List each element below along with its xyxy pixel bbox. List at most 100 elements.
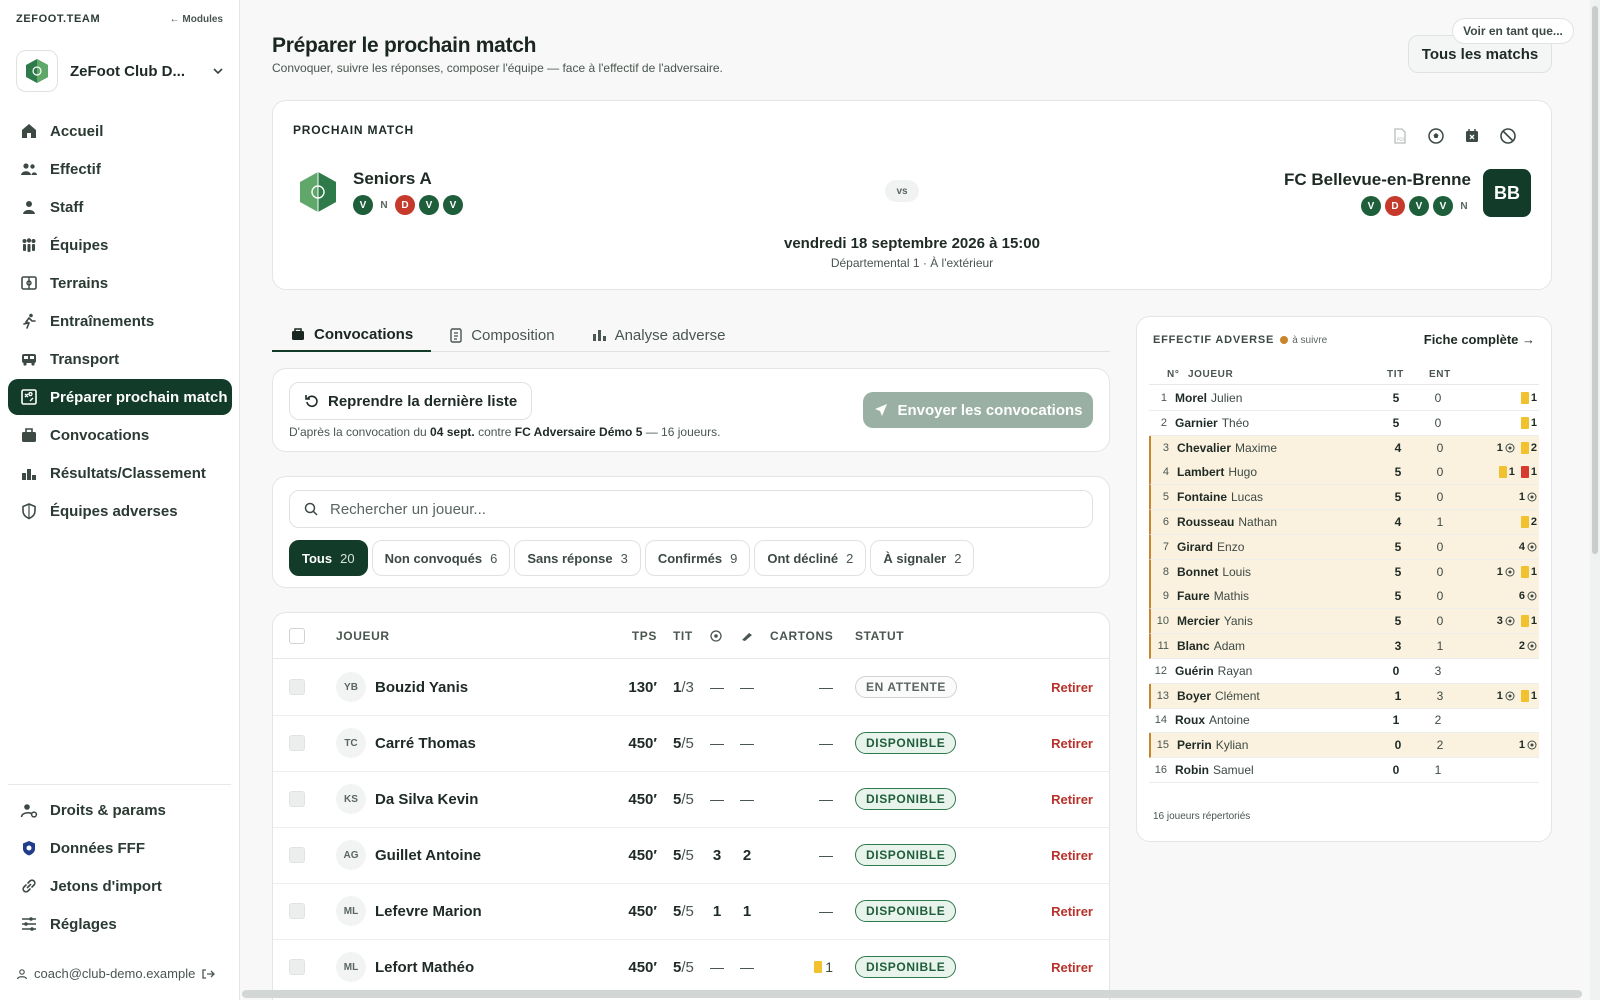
yellow-count: 1 [1508,466,1515,479]
nav-reglages[interactable]: Réglages [8,906,232,942]
remove-button[interactable]: Retirer [1051,659,1093,715]
nav-transport[interactable]: Transport [8,341,232,377]
filter-chip[interactable]: Sans réponse 3 [514,540,641,576]
board-icon [20,388,38,406]
yellow-stat: 2 [1520,441,1537,454]
player-cards: — [819,903,833,919]
remove-button[interactable]: Retirer [1051,883,1093,939]
opp-header-num: N° [1167,369,1180,380]
filter-chip[interactable]: Confirmés 9 [644,540,751,576]
opponent-subs: 2 [1434,713,1442,728]
select-all-checkbox[interactable] [289,613,305,658]
view-as-button[interactable]: Voir en tant que... [1452,18,1574,44]
note-suffix: — 16 joueurs. [642,425,721,439]
player-number: 6 [1162,516,1169,528]
nav-preparer-match[interactable]: Préparer prochain match [8,379,232,415]
row-checkbox[interactable] [289,715,305,771]
starts-total: /5 [681,734,694,752]
club-switcher[interactable]: ZeFoot Club D... [16,48,228,94]
scrollbar-thumb[interactable] [1592,6,1598,554]
nav-equipes[interactable]: Équipes [8,227,232,263]
row-checkbox[interactable] [289,771,305,827]
header-joueur[interactable]: JOUEUR [336,613,390,658]
row-checkbox[interactable] [289,659,305,715]
player-name[interactable]: Guillet Antoine [375,827,481,883]
nav-droits[interactable]: Droits & params [8,792,232,828]
player-name[interactable]: Carré Thomas [375,715,476,771]
opponent-lastname: Chevalier [1177,440,1232,455]
opponent-row: 13 Boyer Clément 1 3 1 1 [1149,683,1539,709]
send-convocations-button[interactable]: Envoyer les convocations [863,392,1093,428]
remove-button[interactable]: Retirer [1051,715,1093,771]
cancel-icon[interactable] [1499,127,1517,145]
tab-composition[interactable]: Composition [431,318,572,352]
status-cell: DISPONIBLE [855,827,957,883]
nav-convocations[interactable]: Convocations [8,417,232,453]
nav-accueil[interactable]: Accueil [8,113,232,149]
player-name[interactable]: Lefort Mathéo [375,939,474,995]
filter-chip[interactable]: Tous 20 [289,540,368,576]
filter-chip[interactable]: À signaler 2 [870,540,975,576]
player-name[interactable]: Lefevre Marion [375,883,482,939]
form-result-badge: V [1361,196,1381,216]
sidebar: ZEFOOT.TEAM ← Modules ZeFoot Club D... A… [0,0,240,1000]
remove-button[interactable]: Retirer [1051,827,1093,883]
nav-jetons[interactable]: Jetons d'import [8,868,232,904]
bars-icon [591,327,607,343]
search-input[interactable]: Rechercher un joueur... [289,490,1093,528]
remove-button[interactable]: Retirer [1051,939,1093,995]
player-playtime: 450′ [628,790,657,808]
nav-donnees-fff[interactable]: Données FFF [8,830,232,866]
tab-convocations[interactable]: Convocations [272,318,432,352]
goals-stat: 2 [1519,640,1537,652]
away-team-form: VDVVN [1284,196,1471,216]
vertical-scrollbar[interactable] [1590,0,1600,1000]
player-name[interactable]: Bouzid Yanis [375,659,468,715]
yellow-stat: 2 [1520,516,1537,528]
header-tit[interactable]: TIT [673,613,693,658]
full-sheet-link[interactable]: Fiche complète → [1424,332,1535,347]
starts-total: /5 [681,846,694,864]
undo-icon [304,393,320,409]
yellow-count: 2 [1530,516,1537,528]
nav-terrains[interactable]: Terrains [8,265,232,301]
calendar-x-icon[interactable] [1463,127,1481,145]
pdf-icon[interactable]: PDF [1391,127,1409,145]
row-checkbox[interactable] [289,827,305,883]
reprise-button[interactable]: Reprendre la dernière liste [289,382,533,420]
header-tps[interactable]: TPS [631,613,657,658]
logout-icon[interactable] [201,968,216,980]
row-checkbox[interactable] [289,883,305,939]
nav-entrainements[interactable]: Entraînements [8,303,232,339]
filter-chip[interactable]: Non convoqués 6 [371,540,511,576]
goals-count: 1 [1496,689,1503,702]
row-checkbox[interactable] [289,939,305,995]
nav-equipes-adverses[interactable]: Équipes adverses [8,493,232,529]
remove-button[interactable]: Retirer [1051,771,1093,827]
player-name[interactable]: Da Silva Kevin [375,771,478,827]
opponent-lastname: Mercier [1177,614,1220,629]
header-cartons[interactable]: CARTONS [770,613,833,658]
opponent-starts: 5 [1394,564,1402,579]
tab-analyse-adverse[interactable]: Analyse adverse [573,318,744,352]
header-statut[interactable]: STATUT [855,613,904,658]
goals-stat: 1 [1519,491,1537,503]
filter-chip[interactable]: Ont décliné 2 [754,540,867,576]
modules-link[interactable]: ← Modules [170,14,223,25]
goals-stat: 4 [1519,541,1537,553]
horizontal-scrollbar[interactable] [242,990,1582,998]
ball-icon[interactable] [1427,127,1445,145]
link-icon [20,877,38,895]
opponent-starts: 4 [1394,515,1402,529]
goals-count: 1 [1518,491,1525,504]
bag-icon [20,426,38,444]
nav-resultats[interactable]: Résultats/Classement [8,455,232,491]
brand-logo: ZEFOOT.TEAM [16,13,101,25]
away-team-name: FC Bellevue-en-Brenne [1283,170,1471,189]
player-avatar: ML [336,883,366,939]
opponent-firstname: Samuel [1213,763,1254,777]
nav-staff[interactable]: Staff [8,189,232,225]
red-stat: 1 [1520,466,1537,479]
nav-effectif[interactable]: Effectif [8,151,232,187]
form-result-badge: V [1433,196,1453,216]
